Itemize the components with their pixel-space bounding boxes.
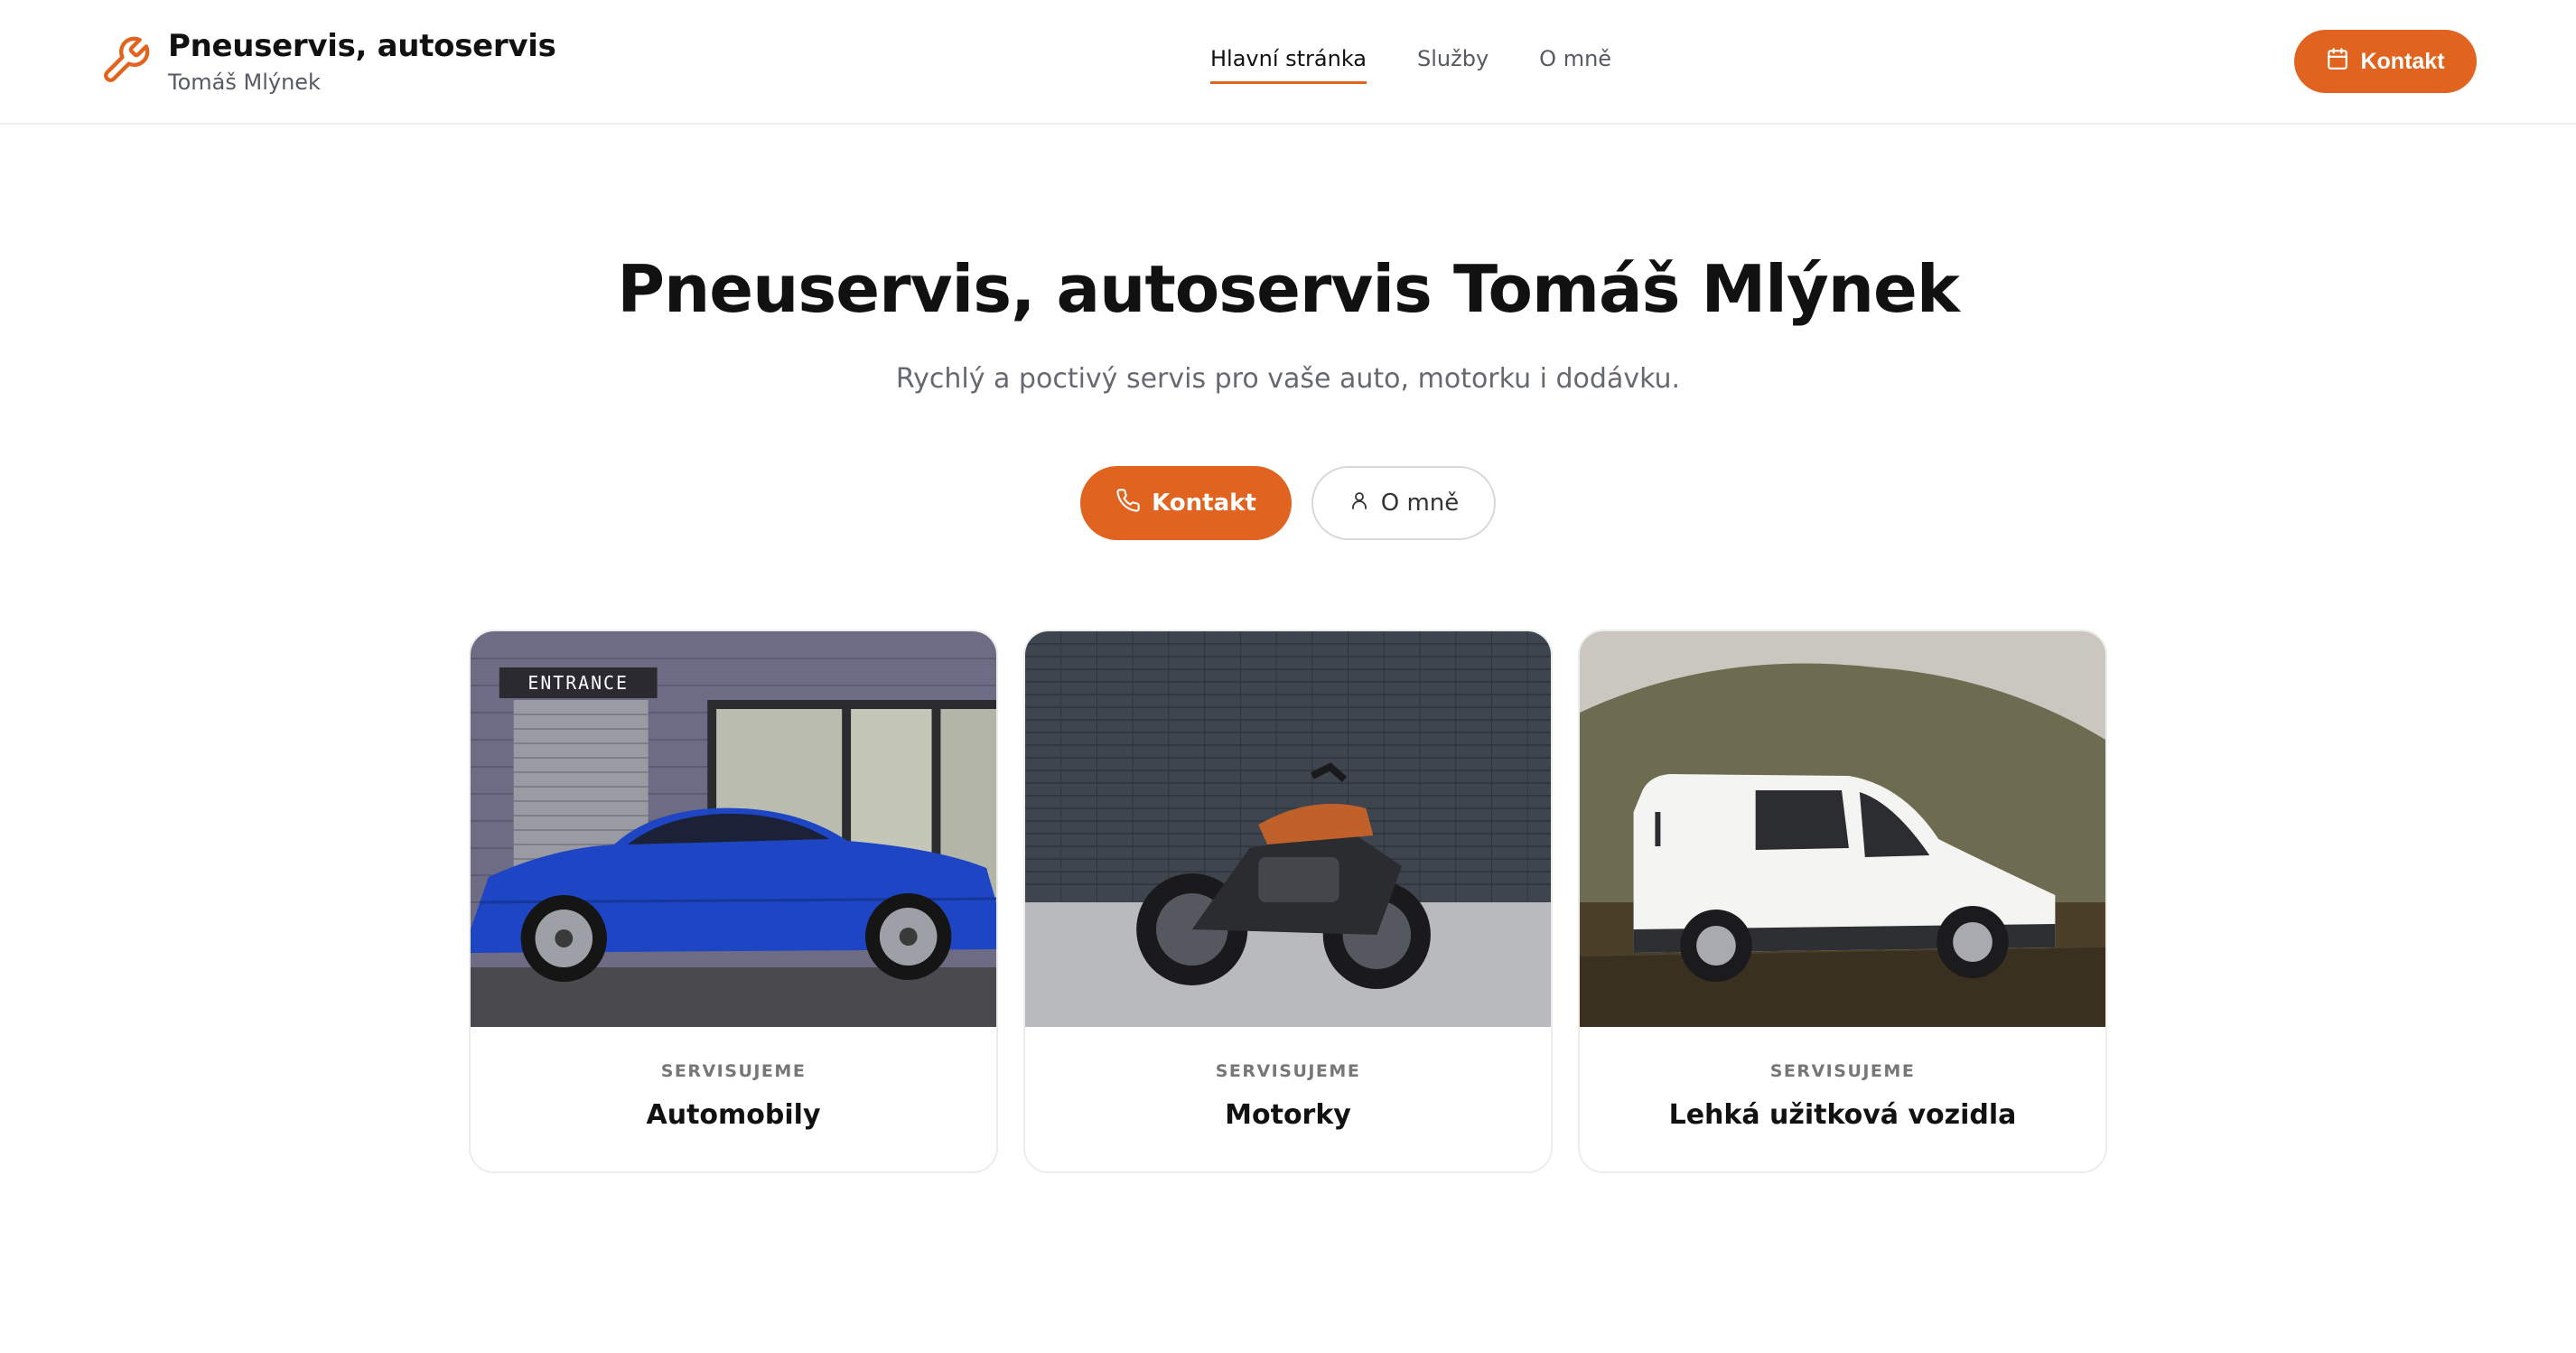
entrance-sign-text: ENTRANCE bbox=[527, 673, 629, 694]
main-nav: Hlavní stránka Služby O mně bbox=[1210, 43, 1611, 84]
nav-item-services[interactable]: Služby bbox=[1417, 43, 1489, 84]
brand-title: Pneuservis, autoservis bbox=[168, 28, 556, 64]
wrench-icon bbox=[99, 34, 152, 87]
brand-subtitle: Tomáš Mlýnek bbox=[168, 70, 321, 95]
card-title: Automobily bbox=[646, 1099, 821, 1131]
phone-icon bbox=[1115, 488, 1152, 519]
white-van-photo bbox=[1580, 631, 2105, 1027]
motorcycle-photo bbox=[1025, 631, 1551, 1027]
nav-item-home[interactable]: Hlavní stránka bbox=[1210, 43, 1367, 84]
hero-actions: Kontakt O mně bbox=[0, 466, 2576, 540]
service-card-vans[interactable]: SERVISUJEME Lehká užitková vozidla bbox=[1578, 630, 2107, 1173]
card-title: Motorky bbox=[1225, 1099, 1351, 1131]
blue-car-photo: ENTRANCE bbox=[471, 631, 996, 1027]
hero-contact-button[interactable]: Kontakt bbox=[1080, 466, 1292, 540]
service-card-motorcycles[interactable]: SERVISUJEME Motorky bbox=[1023, 630, 1553, 1173]
calendar-icon bbox=[2326, 47, 2360, 77]
service-cards: ENTRANCE SERVISUJEME Automobily SERVISUJ… bbox=[469, 630, 2107, 1173]
card-kicker: SERVISUJEME bbox=[660, 1061, 807, 1081]
card-kicker: SERVISUJEME bbox=[1215, 1061, 1361, 1081]
card-kicker: SERVISUJEME bbox=[1769, 1061, 1916, 1081]
brand-logo[interactable]: Pneuservis, autoservis Tomáš Mlýnek bbox=[99, 27, 556, 98]
site-header: Pneuservis, autoservis Tomáš Mlýnek Hlav… bbox=[0, 0, 2576, 125]
header-contact-button[interactable]: Kontakt bbox=[2294, 30, 2477, 93]
nav-item-about[interactable]: O mně bbox=[1539, 43, 1611, 84]
hero-contact-label: Kontakt bbox=[1152, 490, 1256, 517]
card-title: Lehká užitková vozidla bbox=[1668, 1099, 2017, 1131]
user-icon bbox=[1349, 490, 1381, 518]
hero-subtitle: Rychlý a poctivý servis pro vaše auto, m… bbox=[895, 363, 1681, 395]
hero-about-button[interactable]: O mně bbox=[1311, 466, 1496, 540]
service-card-cars[interactable]: ENTRANCE SERVISUJEME Automobily bbox=[469, 630, 998, 1173]
hero-title: Pneuservis, autoservis Tomáš Mlýnek bbox=[617, 251, 1959, 327]
hero-about-label: O mně bbox=[1380, 490, 1460, 517]
header-contact-label: Kontakt bbox=[2360, 48, 2445, 74]
